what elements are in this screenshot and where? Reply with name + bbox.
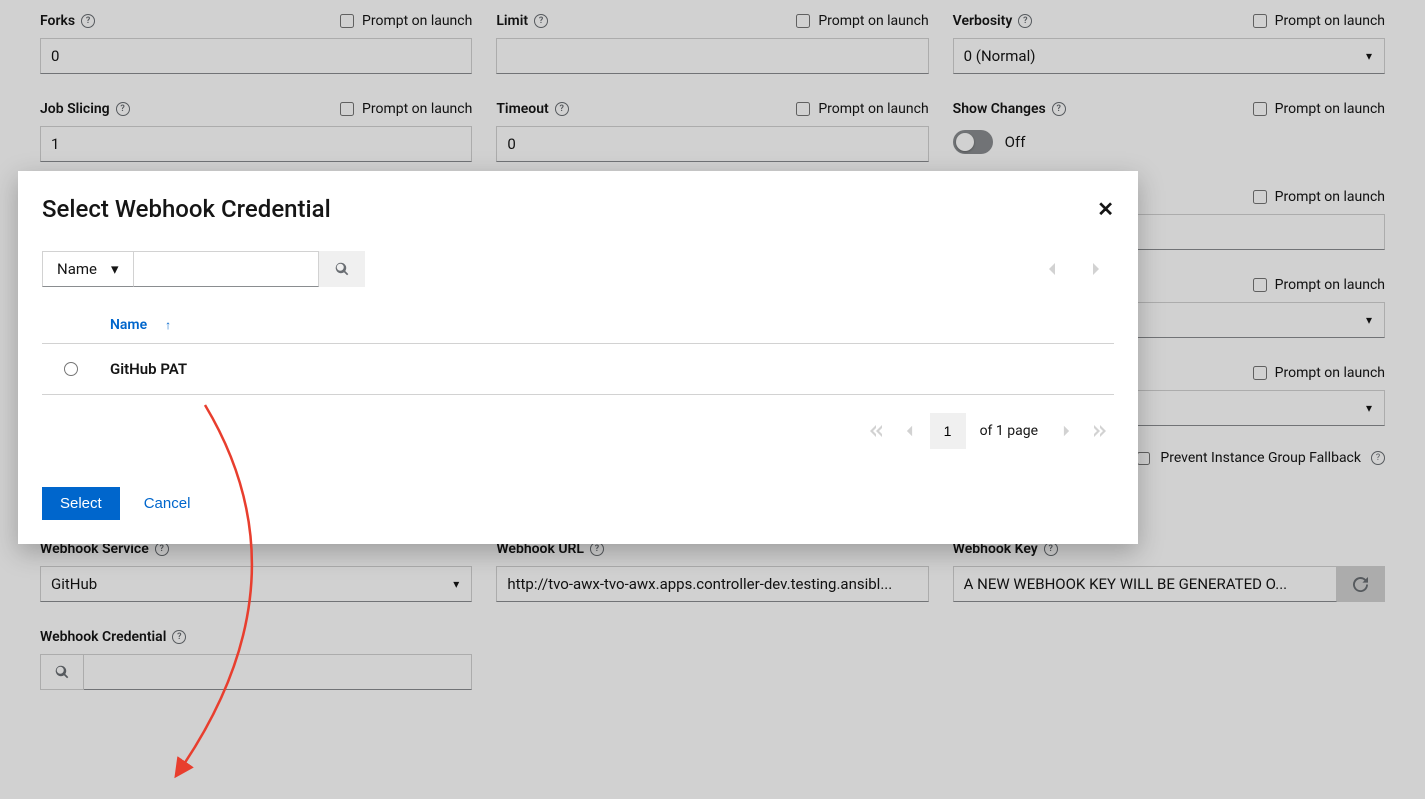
modal-title: Select Webhook Credential [42, 195, 331, 223]
table-header: Name ↑ [42, 307, 1114, 344]
filter-field-dropdown[interactable]: Name ▾ [42, 251, 134, 287]
chevron-right-icon [1092, 263, 1100, 275]
chevron-left-icon [906, 425, 913, 437]
prev-arrow[interactable] [1034, 251, 1070, 287]
next-page-button[interactable] [1052, 413, 1080, 449]
chevron-left-icon [1048, 263, 1056, 275]
row-name: GitHub PAT [110, 360, 187, 378]
caret-down-icon: ▾ [111, 260, 119, 278]
chevron-right-icon [1063, 425, 1070, 437]
search-icon [335, 262, 349, 276]
row-radio[interactable] [64, 362, 78, 376]
filter-search-button[interactable] [319, 251, 365, 287]
select-webhook-credential-modal: Select Webhook Credential ✕ Name ▾ Name [18, 171, 1138, 544]
close-icon[interactable]: ✕ [1097, 197, 1114, 221]
last-page-button[interactable] [1086, 413, 1114, 449]
filter-text-input[interactable] [134, 251, 319, 287]
cancel-button[interactable]: Cancel [144, 495, 191, 512]
first-page-button[interactable] [862, 413, 890, 449]
table-row[interactable]: GitHub PAT [42, 344, 1114, 395]
angles-right-icon [1094, 425, 1106, 437]
prev-page-button[interactable] [896, 413, 924, 449]
page-total-text: of 1 page [980, 423, 1038, 439]
page-number-input[interactable] [930, 413, 966, 449]
sort-ascending-icon: ↑ [165, 318, 171, 332]
column-name-header[interactable]: Name ↑ [110, 317, 1114, 333]
select-button[interactable]: Select [42, 487, 120, 520]
next-arrow[interactable] [1078, 251, 1114, 287]
angles-left-icon [870, 425, 882, 437]
